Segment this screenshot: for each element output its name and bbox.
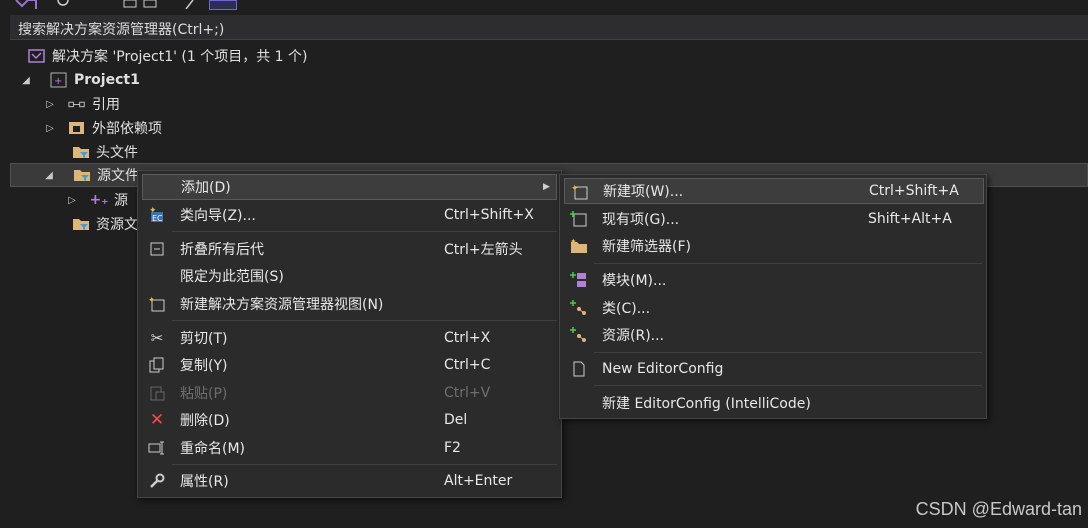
expanded-arrow-icon[interactable]: ◢ bbox=[43, 169, 55, 181]
scissors-icon: ✂ bbox=[150, 329, 164, 347]
wrench-icon bbox=[148, 472, 166, 490]
filter-folder-icon bbox=[72, 144, 90, 160]
toolbar bbox=[0, 0, 1088, 14]
toolbar-buttons-icon[interactable] bbox=[122, 0, 162, 9]
expanded-arrow-icon[interactable]: ◢ bbox=[20, 74, 32, 86]
resource-files-node[interactable]: 资源文 bbox=[68, 212, 138, 236]
context-menu: 添加(D) ▶ EC ✦ 类向导(Z)... Ctrl+Shift+X 折叠所有后… bbox=[137, 170, 562, 498]
resource-files-label: 资源文 bbox=[96, 217, 138, 233]
submenu-item-new-filter[interactable]: ✦ 新建筛选器(F) bbox=[564, 233, 984, 259]
cpp-file-icon: +₊ bbox=[89, 192, 109, 208]
menu-item-copy[interactable]: 复制(Y) Ctrl+C bbox=[142, 352, 557, 378]
menu-item-properties[interactable]: 属性(R) Alt+Enter bbox=[142, 468, 557, 494]
menu-item-rename[interactable]: 重命名(M) F2 bbox=[142, 435, 557, 461]
menu-item-add[interactable]: 添加(D) ▶ bbox=[142, 174, 557, 200]
existing-item-icon bbox=[570, 210, 588, 228]
collapsed-arrow-icon[interactable]: ▷ bbox=[44, 122, 56, 134]
project-node[interactable]: ◢ + Project1 bbox=[20, 68, 140, 92]
new-item-icon: ✦ bbox=[571, 183, 589, 201]
paste-icon bbox=[148, 384, 166, 402]
collapsed-arrow-icon[interactable]: ▷ bbox=[66, 194, 78, 206]
references-node[interactable]: ▷ 引用 bbox=[44, 92, 120, 116]
source-child-node[interactable]: ▷ +₊ 源 bbox=[66, 188, 128, 212]
project-label: Project1 bbox=[74, 72, 140, 88]
menu-item-class-wizard[interactable]: EC ✦ 类向导(Z)... Ctrl+Shift+X bbox=[142, 202, 557, 228]
external-deps-node[interactable]: ▷ 外部依赖项 bbox=[44, 116, 162, 140]
menu-separator bbox=[594, 385, 982, 386]
solution-label: 解决方案 'Project1' (1 个项目，共 1 个) bbox=[52, 49, 308, 65]
document-icon bbox=[570, 360, 588, 378]
module-icon bbox=[570, 271, 588, 289]
new-folder-icon: ✦ bbox=[570, 237, 588, 255]
svg-text:✦: ✦ bbox=[570, 237, 577, 246]
class-wizard-icon: EC ✦ bbox=[148, 206, 166, 224]
references-icon bbox=[68, 96, 86, 112]
submenu-item-resource[interactable]: 资源(R)... bbox=[564, 322, 984, 348]
menu-item-scope[interactable]: 限定为此范围(S) bbox=[142, 263, 557, 289]
menu-item-cut[interactable]: ✂ 剪切(T) Ctrl+X bbox=[142, 325, 557, 351]
class-icon bbox=[570, 299, 588, 317]
svg-text:✦: ✦ bbox=[571, 184, 579, 194]
external-deps-icon bbox=[68, 120, 86, 136]
wrench-icon[interactable] bbox=[184, 0, 196, 9]
search-input[interactable]: 搜索解决方案资源管理器(Ctrl+;) bbox=[10, 15, 1088, 40]
filter-folder-icon bbox=[72, 216, 90, 232]
menu-separator bbox=[594, 352, 982, 353]
source-child-label: 源 bbox=[114, 193, 128, 209]
solution-icon bbox=[28, 48, 46, 64]
collapsed-arrow-icon[interactable]: ▷ bbox=[44, 98, 56, 110]
new-view-icon: ✦ bbox=[148, 295, 166, 313]
solution-node[interactable]: 解决方案 'Project1' (1 个项目，共 1 个) bbox=[28, 44, 308, 68]
svg-text:✦: ✦ bbox=[148, 296, 156, 306]
menu-item-new-view[interactable]: ✦ 新建解决方案资源管理器视图(N) bbox=[142, 291, 557, 317]
svg-text:+: + bbox=[54, 76, 62, 87]
submenu-item-editorconfig-intellicode[interactable]: 新建 EditorConfig (IntelliCode) bbox=[564, 390, 984, 416]
menu-item-collapse[interactable]: 折叠所有后代 Ctrl+左箭头 bbox=[142, 236, 557, 262]
preview-toggle-button[interactable] bbox=[209, 0, 237, 10]
menu-separator bbox=[172, 231, 557, 232]
menu-separator bbox=[172, 464, 557, 465]
resource-icon bbox=[570, 326, 588, 344]
rename-icon bbox=[148, 439, 166, 457]
copy-icon bbox=[148, 356, 166, 374]
submenu-item-existing-item[interactable]: 现有项(G)... Shift+Alt+A bbox=[564, 206, 984, 232]
menu-separator bbox=[594, 263, 982, 264]
references-label: 引用 bbox=[92, 97, 120, 113]
collapse-all-icon bbox=[148, 240, 166, 258]
source-files-label: 源文件 bbox=[97, 168, 139, 184]
vs-logo-icon[interactable] bbox=[14, 0, 38, 9]
menu-item-delete[interactable]: ✕ 删除(D) Del bbox=[142, 407, 557, 433]
svg-text:✦: ✦ bbox=[149, 206, 157, 216]
filter-folder-icon bbox=[73, 167, 91, 183]
external-deps-label: 外部依赖项 bbox=[92, 121, 162, 137]
watermark: CSDN @Edward-tan bbox=[915, 499, 1082, 519]
project-icon: + bbox=[50, 72, 68, 88]
submenu-item-editorconfig[interactable]: New EditorConfig bbox=[564, 356, 984, 382]
delete-icon: ✕ bbox=[149, 410, 165, 430]
menu-separator bbox=[172, 320, 557, 321]
submenu-item-new-item[interactable]: ✦ 新建项(W)... Ctrl+Shift+A bbox=[564, 178, 984, 204]
submenu-arrow-icon: ▶ bbox=[543, 182, 550, 192]
header-files-label: 头文件 bbox=[96, 145, 138, 161]
submenu-item-module[interactable]: 模块(M)... bbox=[564, 267, 984, 293]
submenu-item-class[interactable]: 类(C)... bbox=[564, 295, 984, 321]
header-files-node[interactable]: 头文件 bbox=[68, 140, 138, 164]
add-submenu: ✦ 新建项(W)... Ctrl+Shift+A 现有项(G)... Shift… bbox=[559, 174, 987, 419]
sync-icon[interactable] bbox=[56, 0, 70, 9]
menu-item-paste[interactable]: 粘贴(P) Ctrl+V bbox=[142, 380, 557, 406]
